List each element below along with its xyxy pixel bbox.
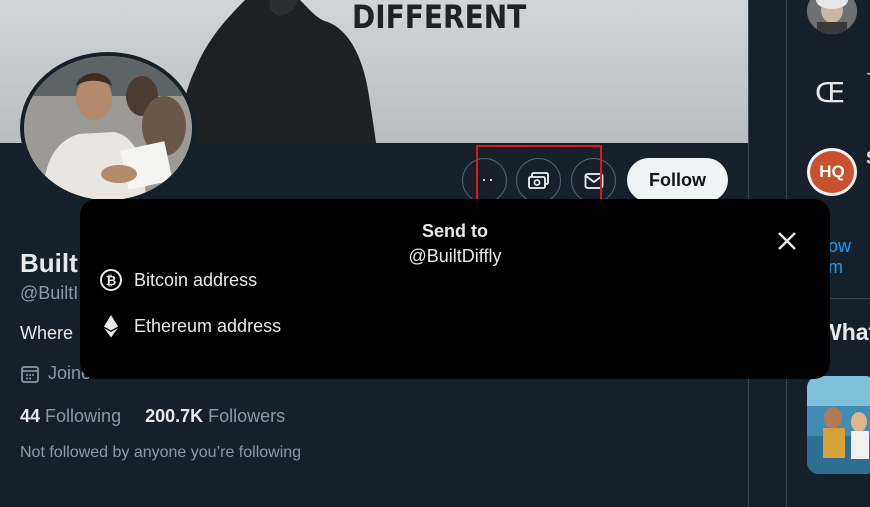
profile-handle: @BuiltI bbox=[20, 283, 79, 303]
bitcoin-address-label: Bitcoin address bbox=[134, 269, 258, 290]
trending-thumbnail[interactable] bbox=[807, 376, 870, 474]
following-label: Following bbox=[45, 406, 122, 426]
highlight-box bbox=[476, 145, 602, 204]
profile-bio: Where bbox=[20, 323, 74, 343]
ethereum-address-label: Ethereum address bbox=[134, 315, 282, 336]
bitcoin-icon: ₿ bbox=[100, 269, 122, 291]
profile-name: Built bbox=[20, 248, 78, 278]
profile-avatar[interactable] bbox=[20, 52, 196, 204]
popup-handle: @BuiltDiffly bbox=[408, 246, 502, 266]
following-link[interactable]: 44 Following bbox=[20, 406, 121, 427]
banner-text: DIFFERENT bbox=[352, 0, 527, 36]
calendar-icon bbox=[21, 365, 39, 383]
following-count: 44 bbox=[20, 406, 41, 426]
close-icon[interactable] bbox=[776, 230, 798, 252]
show-more-link[interactable]: ow m bbox=[828, 236, 870, 278]
bitcoin-address-option[interactable]: ₿ Bitcoin address bbox=[100, 269, 257, 291]
followers-count: 200.7K bbox=[145, 406, 204, 426]
ethereum-address-option[interactable]: Ethereum address bbox=[100, 314, 281, 338]
followers-link[interactable]: 200.7K Followers bbox=[145, 406, 285, 427]
followers-label: Followers bbox=[208, 406, 286, 426]
ethereum-icon bbox=[104, 315, 118, 338]
sidebar-s-fragment: S bbox=[866, 148, 870, 169]
sidebar-oe-logo[interactable]: Œ bbox=[815, 76, 845, 109]
follow-button[interactable]: Follow bbox=[627, 158, 728, 202]
popup-title: Send to bbox=[422, 221, 488, 241]
not-followed-note: Not followed by anyone you’re following bbox=[20, 444, 302, 461]
sidebar-hq-logo[interactable]: HQ bbox=[807, 148, 857, 196]
send-to-popup: Send to @BuiltDiffly ₿ Bitcoin address E… bbox=[80, 199, 830, 379]
profile-stats: 44 Following 200.7K Followers bbox=[20, 406, 285, 427]
